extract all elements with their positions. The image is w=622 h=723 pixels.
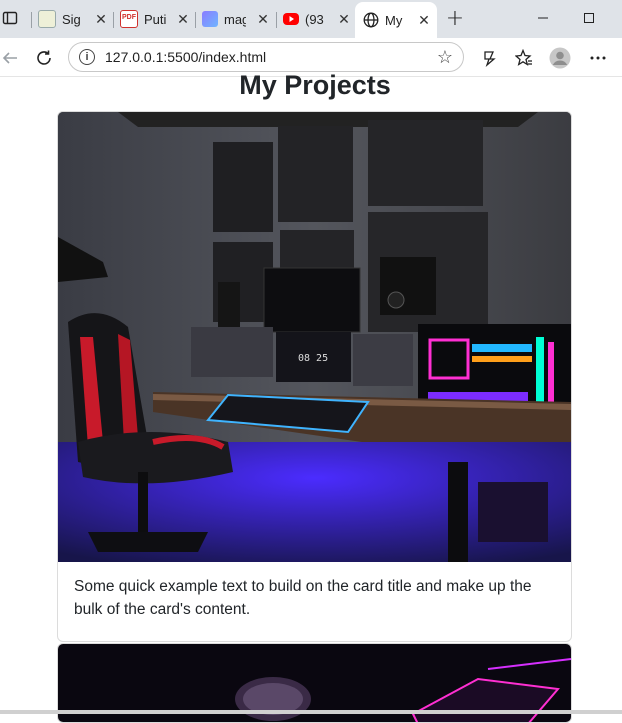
tab-my-projects[interactable]: My ✕ <box>355 2 437 38</box>
pdf-icon: PDF <box>120 10 138 28</box>
url-text: 127.0.0.1:5500/index.html <box>105 49 267 65</box>
favorite-star-icon[interactable]: ☆ <box>437 47 453 68</box>
close-icon[interactable]: ✕ <box>94 11 108 28</box>
new-tab-button[interactable]: + <box>443 5 467 31</box>
tab-title: My <box>385 12 403 28</box>
tab-title: mag <box>224 11 246 27</box>
tab-magic[interactable]: mag ✕ <box>196 4 270 34</box>
tab-actions-icon[interactable] <box>0 6 22 30</box>
address-bar[interactable]: i 127.0.0.1:5500/index.html ☆ <box>68 42 464 72</box>
magic-icon <box>202 11 218 27</box>
site-info-icon[interactable]: i <box>79 49 95 65</box>
back-button[interactable] <box>0 44 24 72</box>
close-icon[interactable]: ✕ <box>176 11 190 28</box>
tab-title: Sig <box>62 11 81 27</box>
youtube-icon <box>283 13 299 25</box>
tab-title: (93 <box>305 11 324 27</box>
close-icon[interactable]: ✕ <box>337 11 351 28</box>
tab-title: Puti <box>144 11 166 27</box>
minimize-button[interactable] <box>520 0 566 36</box>
profile-avatar-icon[interactable] <box>548 46 572 70</box>
maximize-button[interactable] <box>566 0 612 36</box>
reload-icon <box>37 50 51 65</box>
window-bottom-edge <box>0 710 622 714</box>
gaming-setup-image: 08 25 <box>58 112 571 562</box>
close-icon[interactable]: ✕ <box>417 12 431 29</box>
project-card: 08 25 Some quick example text to build o… <box>57 111 572 642</box>
read-aloud-icon[interactable] <box>478 46 502 70</box>
back-arrow-icon <box>2 52 17 64</box>
tab-pdf[interactable]: PDF Puti ✕ <box>114 4 190 34</box>
more-menu-icon[interactable] <box>586 46 610 70</box>
favorites-icon[interactable] <box>512 46 536 70</box>
tab-strip: Sig ✕ PDF Puti ✕ mag ✕ (93 ✕ My ✕ + <box>0 0 622 38</box>
sign-icon <box>38 10 56 28</box>
tab-sign[interactable]: Sig ✕ <box>32 4 108 34</box>
tab-youtube[interactable]: (93 ✕ <box>277 4 351 34</box>
card-text: Some quick example text to build on the … <box>74 578 532 618</box>
globe-icon <box>363 12 379 28</box>
close-icon[interactable]: ✕ <box>256 11 270 28</box>
reload-button[interactable] <box>30 44 58 72</box>
page-title: My Projects <box>239 70 391 100</box>
plus-icon: + <box>445 5 465 31</box>
svg-text:08 25: 08 25 <box>298 353 328 364</box>
